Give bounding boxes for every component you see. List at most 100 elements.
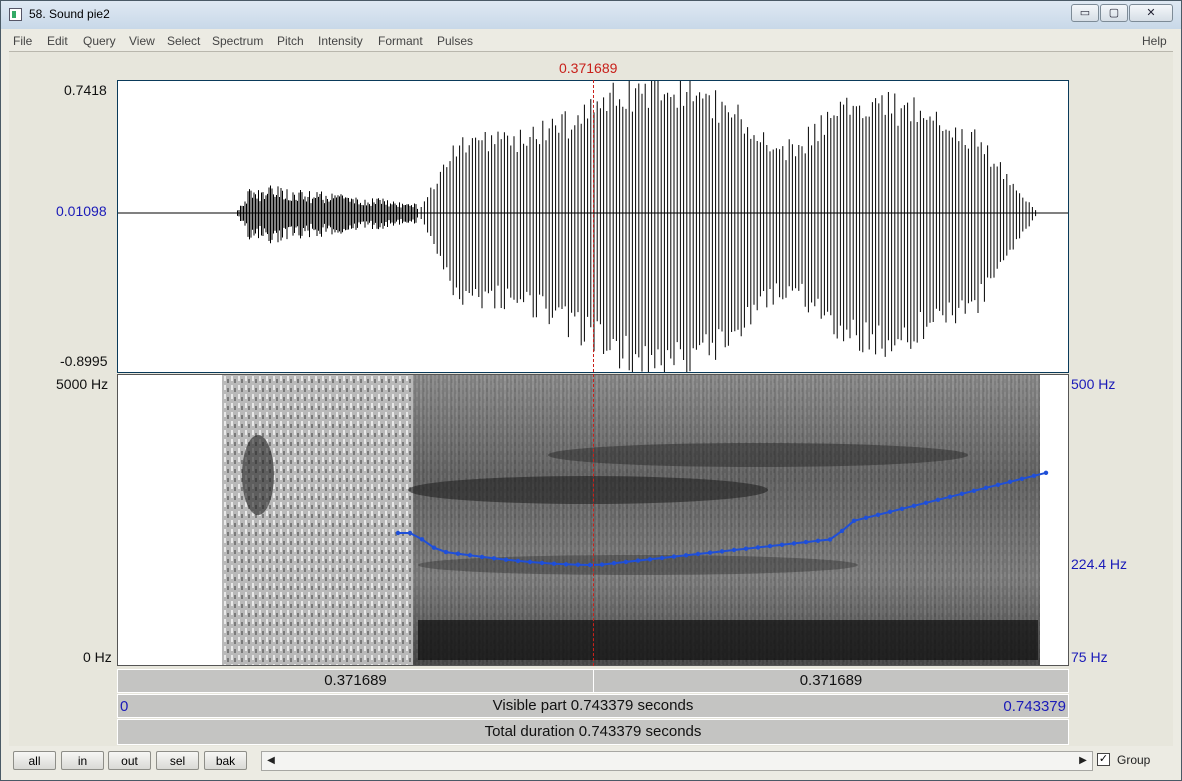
menu-file[interactable]: File [13,34,32,48]
pitch-point [564,562,568,566]
zoom-out-button[interactable]: out [108,751,151,770]
selection-time-bar[interactable]: 0.371689 0.371689 [117,669,1069,693]
zoom-back-button[interactable]: bak [204,751,247,770]
total-duration-bar[interactable]: Total duration 0.743379 seconds [117,719,1069,745]
pitch-point [912,504,916,508]
pitch-point [828,537,832,541]
menu-view[interactable]: View [129,34,155,48]
menu-query[interactable]: Query [83,34,116,48]
scroll-right-icon[interactable]: ▶ [1074,752,1092,770]
pitch-point [840,529,844,533]
pitch-point [744,547,748,551]
pitch-top-label: 500 Hz [1071,376,1115,392]
spectrogram-top-freq: 5000 Hz [56,376,108,392]
menu-spectrum[interactable]: Spectrum [212,34,263,48]
menu-bar: File Edit Query View Select Spectrum Pit… [9,31,1173,51]
pitch-point [612,561,616,565]
menu-formant[interactable]: Formant [378,34,423,48]
pitch-point [672,554,676,558]
menu-pulses[interactable]: Pulses [437,34,473,48]
zoom-in-button[interactable]: in [61,751,104,770]
pitch-point [1008,480,1012,484]
pitch-point [516,559,520,563]
pitch-point [960,492,964,496]
pitch-point [540,561,544,565]
right-segment[interactable]: 0.371689 [594,670,1068,692]
pitch-bottom-label: 75 Hz [1071,649,1108,665]
pitch-point [804,540,808,544]
pitch-point [648,557,652,561]
pitch-point [720,549,724,553]
pitch-point [996,483,1000,487]
pitch-point [660,556,664,560]
pitch-point [852,519,856,523]
pitch-point [468,553,472,557]
pitch-point [456,552,460,556]
pitch-point [948,495,952,499]
pitch-point [972,489,976,493]
time-cursor[interactable] [593,80,594,666]
total-duration-label: Total duration 0.743379 seconds [118,720,1068,744]
pitch-point [732,548,736,552]
zoom-all-button[interactable]: all [13,751,56,770]
pitch-point [936,498,940,502]
group-label: Group [1117,753,1150,767]
pitch-point [756,545,760,549]
waveform-max-label: 0.7418 [64,82,107,98]
pitch-point [984,486,988,490]
pitch-point [924,501,928,505]
pitch-point [444,550,448,554]
pitch-point [396,531,400,535]
pitch-point [408,531,412,535]
menu-pitch[interactable]: Pitch [277,34,304,48]
group-checkbox[interactable]: ✓ [1097,753,1110,766]
pitch-point [1032,474,1036,478]
menu-help[interactable]: Help [1142,34,1167,48]
visible-part-bar[interactable]: 0 Visible part 0.743379 seconds 0.743379 [117,694,1069,718]
close-button[interactable]: ✕ [1129,4,1173,22]
pitch-point [420,537,424,541]
zoom-selection-button[interactable]: sel [156,751,199,770]
pitch-point [816,539,820,543]
pitch-point [624,560,628,564]
minimize-button[interactable]: ▭ [1071,4,1099,22]
pitch-point [480,555,484,559]
pitch-point [600,562,604,566]
pitch-mid-label: 224.4 Hz [1071,556,1127,572]
pitch-point [552,562,556,566]
pitch-point [432,546,436,550]
menu-edit[interactable]: Edit [47,34,68,48]
pitch-point [696,552,700,556]
pitch-point [780,543,784,547]
pitch-point [504,558,508,562]
pitch-point [492,556,496,560]
pitch-point [792,541,796,545]
menu-select[interactable]: Select [167,34,200,48]
pitch-point [1020,477,1024,481]
praat-sound-window: 58. Sound pie2 ▭ ▢ ✕ File Edit Query Vie… [0,0,1182,781]
pitch-point [1044,471,1048,475]
cursor-time-label: 0.371689 [559,60,617,76]
pitch-point [636,558,640,562]
bottom-toolbar: all in out sel bak ◀ ▶ ✓ Group [9,747,1173,777]
left-segment[interactable]: 0.371689 [118,670,594,692]
pitch-point [768,544,772,548]
horizontal-scrollbar[interactable]: ◀ ▶ [261,751,1093,771]
pitch-point [576,563,580,567]
maximize-button[interactable]: ▢ [1100,4,1128,22]
pitch-point [900,507,904,511]
waveform-min-label: -0.8995 [60,353,107,369]
pitch-point [876,513,880,517]
pitch-point [588,563,592,567]
menu-intensity[interactable]: Intensity [318,34,363,48]
pitch-point [684,553,688,557]
scroll-left-icon[interactable]: ◀ [262,752,280,770]
title-bar[interactable]: 58. Sound pie2 ▭ ▢ ✕ [1,1,1181,29]
window-title: 58. Sound pie2 [29,7,110,21]
visible-part-label: Visible part 0.743379 seconds [118,695,1068,717]
visible-end-time: 0.743379 [1003,698,1066,715]
pitch-point [864,516,868,520]
waveform-mid-label: 0.01098 [56,203,107,219]
pitch-point [888,510,892,514]
pitch-point [528,560,532,564]
